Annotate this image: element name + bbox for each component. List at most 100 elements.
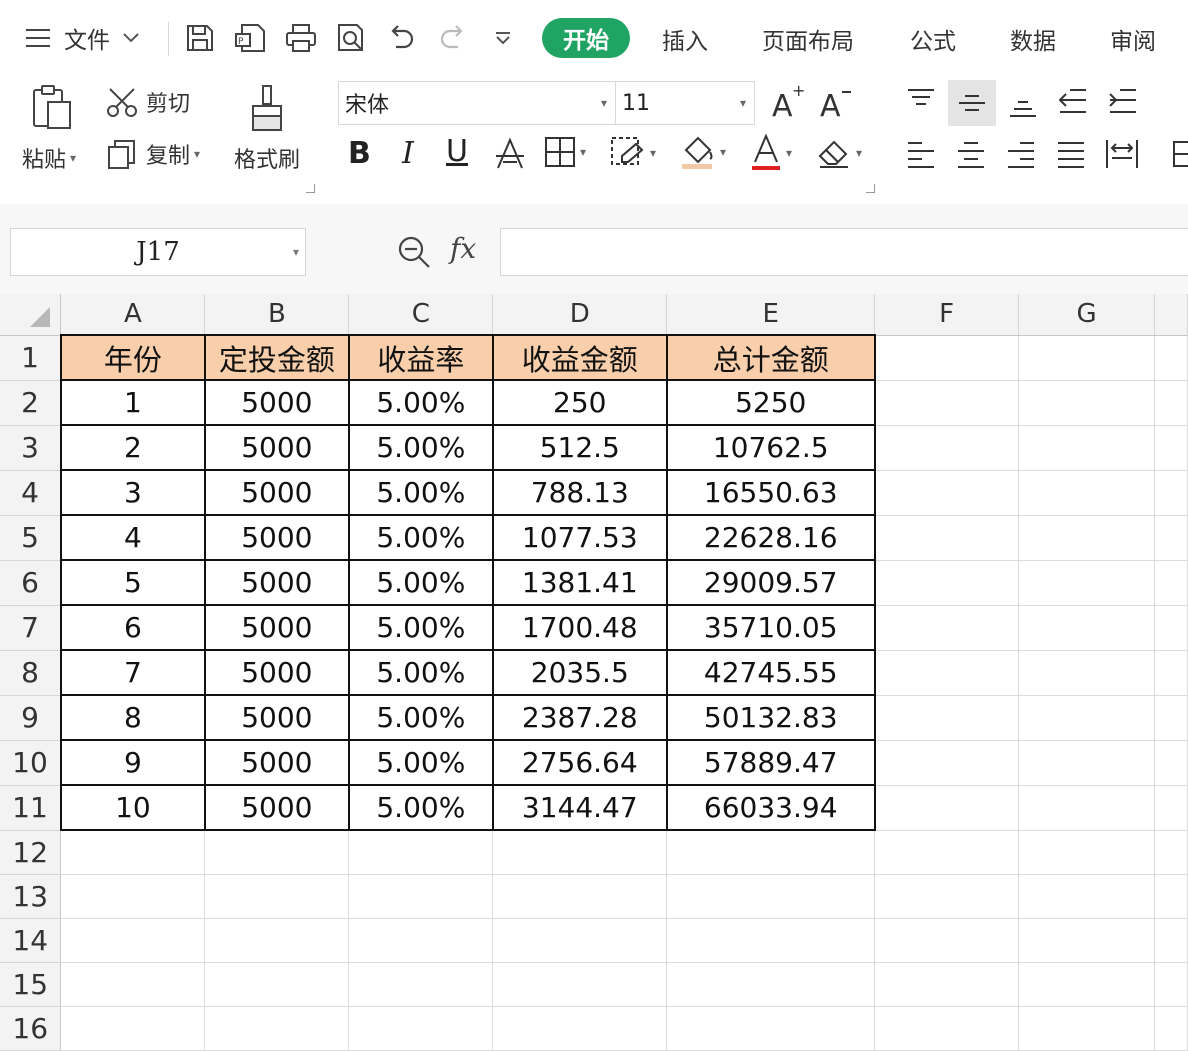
borders-button[interactable]: ▾	[544, 136, 586, 168]
fill-color-button[interactable]: ▾	[680, 134, 726, 170]
undo-button[interactable]	[386, 18, 416, 58]
cell[interactable]	[492, 1006, 668, 1051]
cell[interactable]	[874, 515, 1020, 561]
bold-button[interactable]: B	[348, 136, 371, 171]
cell[interactable]	[874, 605, 1020, 651]
row-header[interactable]: 6	[0, 560, 62, 606]
cell[interactable]	[1154, 515, 1188, 561]
cell[interactable]	[1154, 605, 1188, 651]
row-header[interactable]: 4	[0, 470, 62, 516]
align-right-button[interactable]	[1004, 140, 1038, 170]
cell[interactable]: 5000	[203, 469, 350, 516]
cell[interactable]	[1018, 605, 1155, 651]
cell[interactable]	[1154, 785, 1188, 831]
tab-formulas[interactable]: 公式	[910, 22, 956, 56]
cell[interactable]	[1154, 1006, 1188, 1051]
tab-page-layout[interactable]: 页面布局	[762, 22, 854, 56]
cell[interactable]: 2387.28	[491, 694, 668, 741]
cut-button[interactable]: 剪切	[106, 86, 190, 118]
cell[interactable]	[1018, 515, 1155, 561]
cell[interactable]	[1154, 918, 1188, 963]
cell[interactable]: 50132.83	[665, 694, 876, 741]
cell[interactable]: 4	[59, 514, 206, 561]
select-all-corner[interactable]	[0, 294, 62, 336]
tab-review[interactable]: 审阅	[1110, 22, 1156, 56]
row-header[interactable]: 3	[0, 425, 62, 471]
cell[interactable]	[874, 425, 1020, 471]
cell[interactable]: 1381.41	[491, 559, 668, 606]
merge-button[interactable]	[1172, 138, 1188, 170]
cell[interactable]	[1018, 1006, 1155, 1051]
cell[interactable]	[1154, 335, 1188, 381]
cell[interactable]: 2	[59, 424, 206, 471]
column-header-a[interactable]: A	[60, 294, 206, 336]
column-header-b[interactable]: B	[204, 294, 350, 336]
row-header[interactable]: 2	[0, 380, 62, 426]
increase-font-size-button[interactable]: A +	[770, 84, 804, 120]
insert-function-button[interactable]: fx	[450, 232, 476, 265]
row-header[interactable]: 16	[0, 1006, 62, 1051]
print-preview-button[interactable]	[335, 18, 369, 58]
cell[interactable]: 5	[59, 559, 206, 606]
cell[interactable]: 10	[59, 784, 206, 831]
column-header-g[interactable]: G	[1018, 294, 1155, 336]
cell[interactable]	[348, 918, 494, 963]
copy-button[interactable]: 复制 ▾	[106, 138, 200, 170]
column-header-e[interactable]: E	[666, 294, 876, 336]
cell[interactable]	[1154, 380, 1188, 426]
cell[interactable]	[1154, 695, 1188, 741]
cell[interactable]	[492, 830, 668, 875]
italic-button[interactable]: I	[402, 136, 414, 171]
cell[interactable]	[874, 918, 1020, 963]
cell[interactable]: 总计金额	[665, 334, 876, 381]
cell[interactable]	[1018, 830, 1155, 875]
cell[interactable]	[1018, 785, 1155, 831]
cell[interactable]	[348, 874, 494, 919]
cell[interactable]: 5000	[203, 514, 350, 561]
cell[interactable]: 5000	[203, 424, 350, 471]
cell[interactable]: 2035.5	[491, 649, 668, 696]
cell[interactable]	[874, 1006, 1020, 1051]
decrease-font-size-button[interactable]: A	[818, 84, 854, 120]
cell[interactable]: 定投金额	[203, 334, 350, 381]
cell[interactable]	[874, 335, 1020, 381]
cell[interactable]	[1154, 874, 1188, 919]
cell[interactable]	[874, 785, 1020, 831]
row-header[interactable]: 7	[0, 605, 62, 651]
cell[interactable]: 35710.05	[665, 604, 876, 651]
row-header[interactable]: 12	[0, 830, 62, 875]
cell[interactable]	[1018, 918, 1155, 963]
cell[interactable]: 29009.57	[665, 559, 876, 606]
cell[interactable]	[1154, 425, 1188, 471]
cell[interactable]: 6	[59, 604, 206, 651]
align-top-button[interactable]	[904, 86, 938, 116]
cell[interactable]: 8	[59, 694, 206, 741]
cell[interactable]: 3	[59, 469, 206, 516]
cell[interactable]	[60, 918, 206, 963]
cell[interactable]: 5000	[203, 604, 350, 651]
cell[interactable]: 10762.5	[665, 424, 876, 471]
decrease-indent-button[interactable]	[1056, 86, 1090, 116]
justify-button[interactable]	[1054, 140, 1088, 170]
cell[interactable]	[1018, 335, 1155, 381]
cell[interactable]	[1018, 650, 1155, 696]
cell[interactable]	[1018, 560, 1155, 606]
cell[interactable]: 5000	[203, 379, 350, 426]
clear-format-button[interactable]: ▾	[816, 136, 862, 170]
cell[interactable]	[666, 874, 876, 919]
file-menu[interactable]: 文件	[24, 18, 140, 58]
font-name-select[interactable]: 宋体 ▾	[338, 81, 616, 125]
column-header-next[interactable]	[1154, 294, 1188, 336]
align-left-button[interactable]	[904, 140, 938, 170]
row-header[interactable]: 5	[0, 515, 62, 561]
cell[interactable]: 5000	[203, 649, 350, 696]
cell[interactable]: 3144.47	[491, 784, 668, 831]
cell[interactable]	[60, 962, 206, 1007]
cell[interactable]: 5.00%	[347, 379, 494, 426]
cell[interactable]	[60, 874, 206, 919]
cell[interactable]	[874, 695, 1020, 741]
cell[interactable]	[1018, 380, 1155, 426]
tab-start[interactable]: 开始	[542, 18, 630, 58]
cell[interactable]	[666, 1006, 876, 1051]
cell[interactable]	[1154, 650, 1188, 696]
